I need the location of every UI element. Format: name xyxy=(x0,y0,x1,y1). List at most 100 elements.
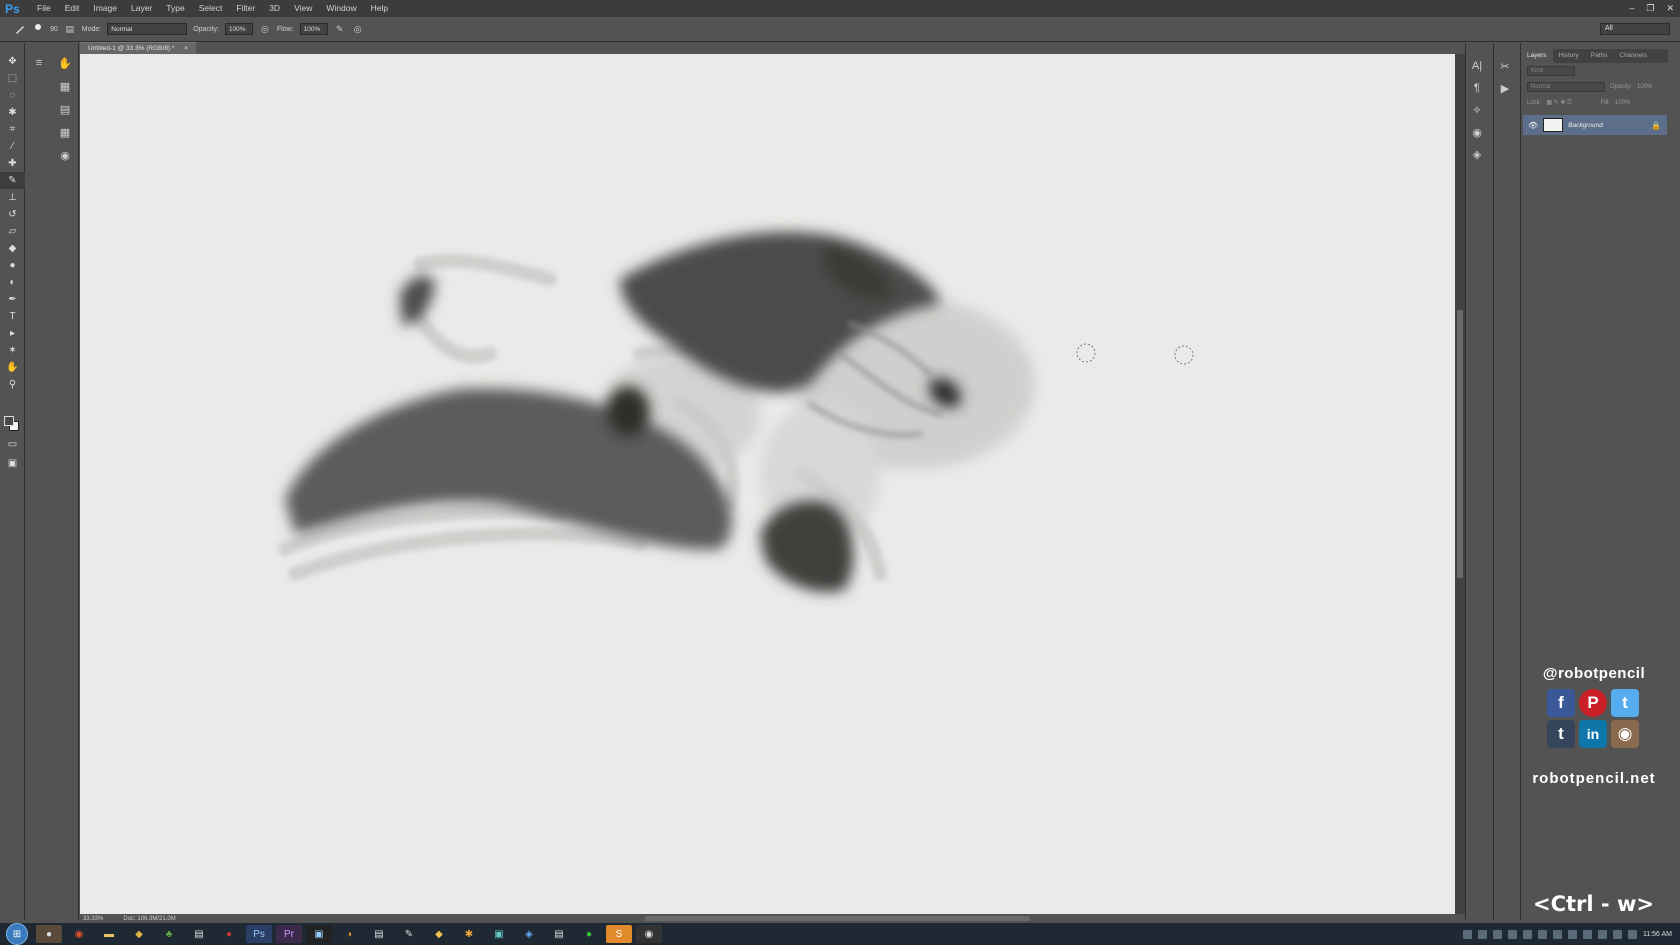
taskbar-app-icon[interactable]: ◆ xyxy=(426,925,452,943)
taskbar-app-icon[interactable]: ▤ xyxy=(366,925,392,943)
vertical-scroll-thumb[interactable] xyxy=(1457,310,1463,578)
tab-channels[interactable]: Channels xyxy=(1613,49,1652,63)
taskbar-app-icon[interactable]: ▣ xyxy=(306,925,332,943)
crop-tool-icon[interactable]: ⌗ xyxy=(0,121,25,138)
history-brush-icon[interactable]: ↺ xyxy=(0,206,25,223)
taskbar-app-icon[interactable]: ✎ xyxy=(396,925,422,943)
tray-icon[interactable] xyxy=(1492,929,1502,939)
adjustments-icon[interactable]: ◉ xyxy=(60,149,70,162)
menu-filter[interactable]: Filter xyxy=(229,0,262,17)
zoom-tool-icon[interactable]: ⚲ xyxy=(0,376,25,393)
visibility-eye-icon[interactable]: 👁 xyxy=(1528,121,1538,130)
foreground-color-swatch[interactable] xyxy=(4,416,14,426)
network-icon[interactable] xyxy=(1627,929,1637,939)
brush-panel-icon[interactable]: ▤ xyxy=(64,23,76,35)
pressure-opacity-icon[interactable]: ◎ xyxy=(259,23,271,35)
tool-presets-icon[interactable]: ▦ xyxy=(60,80,70,93)
taskbar-app-icon[interactable]: ● xyxy=(576,925,602,943)
tray-icon[interactable] xyxy=(1552,929,1562,939)
blur-tool-icon[interactable]: ● xyxy=(0,257,25,274)
menu-select[interactable]: Select xyxy=(192,0,230,17)
tray-icon[interactable] xyxy=(1537,929,1547,939)
move-tool-icon[interactable]: ✥ xyxy=(0,53,25,70)
menu-3d[interactable]: 3D xyxy=(262,0,287,17)
menu-help[interactable]: Help xyxy=(364,0,395,17)
workspace-select[interactable]: All xyxy=(1600,23,1670,35)
taskbar-app-icon[interactable]: ● xyxy=(216,925,242,943)
taskbar-app-icon[interactable]: ♣ xyxy=(156,925,182,943)
tray-icon[interactable] xyxy=(1522,929,1532,939)
taskbar-app-icon[interactable]: ▣ xyxy=(486,925,512,943)
menu-view[interactable]: View xyxy=(287,0,319,17)
lock-icons[interactable]: ▦ ✎ ✥ ⚿ xyxy=(1546,99,1571,107)
linkedin-icon[interactable]: in xyxy=(1579,720,1607,748)
quick-mask-icon[interactable]: ▭ xyxy=(0,436,25,453)
taskbar-app-icon[interactable]: ▤ xyxy=(186,925,212,943)
paragraph-panel-icon[interactable]: ¶ xyxy=(1466,77,1488,99)
marquee-tool-icon[interactable]: ⬚ xyxy=(0,70,25,87)
twitter-icon[interactable]: t xyxy=(1611,689,1639,717)
pinterest-icon[interactable]: P xyxy=(1579,689,1607,717)
brush-presets-icon[interactable]: ≡ xyxy=(36,57,42,69)
navigator-panel-icon[interactable]: ◈ xyxy=(1466,143,1488,165)
menu-file[interactable]: File xyxy=(30,0,58,17)
taskbar-app-icon[interactable]: ● xyxy=(36,925,62,943)
taskbar-app-icon[interactable]: ◆ xyxy=(126,925,152,943)
brush-tool-icon[interactable] xyxy=(14,23,26,35)
blend-mode-select[interactable]: Normal xyxy=(1527,82,1605,92)
swatches-icon[interactable]: ▦ xyxy=(60,126,70,139)
zoom-level[interactable]: 33.33% xyxy=(83,916,103,922)
brush-panel-toggle-icon[interactable]: ✋ xyxy=(58,57,72,70)
brush-preset-picker[interactable] xyxy=(32,23,44,35)
pressure-size-icon[interactable]: ◎ xyxy=(352,23,364,35)
taskbar-app-icon[interactable]: ◉ xyxy=(66,925,92,943)
flow-field[interactable]: 100% xyxy=(299,23,328,35)
tab-history[interactable]: History xyxy=(1553,49,1585,63)
character-panel-icon[interactable]: A| xyxy=(1466,55,1488,77)
tray-icon[interactable] xyxy=(1477,929,1487,939)
screen-mode-icon[interactable]: ▣ xyxy=(0,455,25,472)
clone-source-icon[interactable]: ▤ xyxy=(60,103,70,116)
tumblr-icon[interactable]: t xyxy=(1547,720,1575,748)
start-button[interactable]: ⊞ xyxy=(6,923,28,945)
layer-row-background[interactable]: 👁 Background 🔒 xyxy=(1523,115,1667,135)
menu-layer[interactable]: Layer xyxy=(124,0,159,17)
mode-select[interactable]: Normal xyxy=(107,23,188,35)
bucket-tool-icon[interactable]: ◆ xyxy=(0,240,25,257)
eyedropper-tool-icon[interactable]: ⁄ xyxy=(0,138,25,155)
taskbar-app-icon[interactable]: ✱ xyxy=(456,925,482,943)
tray-icon[interactable] xyxy=(1462,929,1472,939)
play-actions-icon[interactable]: ▶ xyxy=(1494,77,1516,99)
fill-value[interactable]: 100% xyxy=(1615,100,1630,106)
clock[interactable]: 11:56 AM xyxy=(1643,931,1672,938)
taskbar-app-icon[interactable]: ◉ xyxy=(636,925,662,943)
canvas[interactable] xyxy=(80,54,1455,914)
kind-filter[interactable]: Kind xyxy=(1527,66,1575,76)
opacity-field[interactable]: 100% xyxy=(224,23,253,35)
hand-tool-icon[interactable]: ✋ xyxy=(0,359,25,376)
tray-icon[interactable] xyxy=(1597,929,1607,939)
tab-paths[interactable]: Paths xyxy=(1585,49,1614,63)
info-panel-icon[interactable]: ◉ xyxy=(1466,121,1488,143)
taskbar-app-icon[interactable]: ◑ xyxy=(336,925,362,943)
layer-opacity-value[interactable]: 100% xyxy=(1637,84,1652,90)
menu-window[interactable]: Window xyxy=(319,0,363,17)
taskbar-app-icon[interactable]: S xyxy=(606,925,632,943)
photoshop-taskbar-icon[interactable]: Ps xyxy=(246,925,272,943)
premiere-taskbar-icon[interactable]: Pr xyxy=(276,925,302,943)
tools-icon[interactable]: ✂ xyxy=(1494,55,1516,77)
shape-tool-icon[interactable]: ✶ xyxy=(0,342,25,359)
brush-panel-icon[interactable]: ⟡ xyxy=(1466,99,1488,121)
facebook-icon[interactable]: f xyxy=(1547,689,1575,717)
type-tool-icon[interactable]: T xyxy=(0,308,25,325)
dodge-tool-icon[interactable]: ◐ xyxy=(0,274,25,291)
horizontal-scroll-thumb[interactable] xyxy=(645,916,1030,921)
lasso-tool-icon[interactable]: ◌ xyxy=(0,87,25,104)
taskbar-app-icon[interactable]: ◈ xyxy=(516,925,542,943)
taskbar-app-icon[interactable]: ▬ xyxy=(96,925,122,943)
quick-select-tool-icon[interactable]: ✱ xyxy=(0,104,25,121)
pen-tool-icon[interactable]: ✒ xyxy=(0,291,25,308)
document-tab[interactable]: Untitled-1 @ 33.3% (RGB/8) * × xyxy=(80,42,197,54)
taskbar-app-icon[interactable]: ▤ xyxy=(546,925,572,943)
volume-icon[interactable] xyxy=(1612,929,1622,939)
